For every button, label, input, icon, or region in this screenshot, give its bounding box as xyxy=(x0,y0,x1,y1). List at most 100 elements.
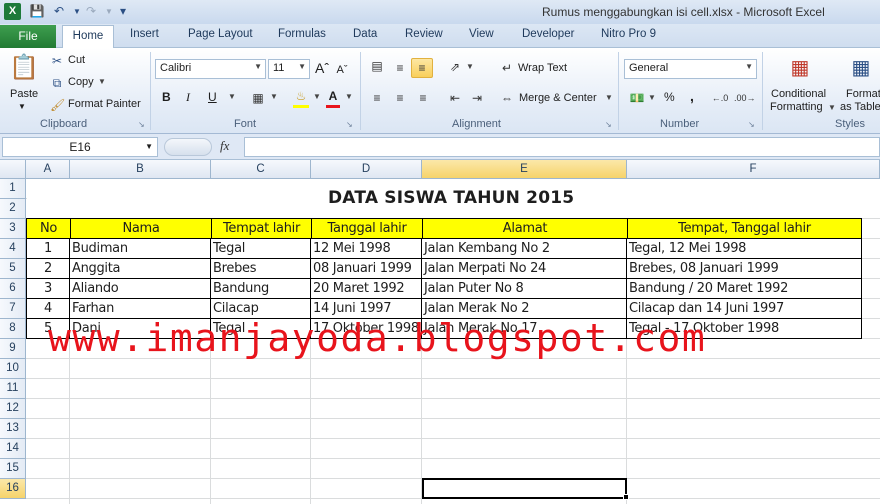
format-painter-icon[interactable]: 🖌 xyxy=(50,97,65,113)
cut-button[interactable]: Cut xyxy=(68,54,85,66)
row-header-10[interactable]: 10 xyxy=(0,359,26,379)
accounting-dropdown-icon[interactable]: ▼ xyxy=(648,93,656,102)
wrap-text-button[interactable]: Wrap Text xyxy=(518,62,567,74)
conditional-formatting-button[interactable]: Conditional xyxy=(771,88,826,100)
merge-dropdown-icon[interactable]: ▼ xyxy=(605,93,613,102)
conditional-dropdown-icon[interactable]: ▼ xyxy=(828,103,836,112)
alignment-launcher-icon[interactable]: ↘ xyxy=(605,120,612,129)
format-as-table-button[interactable]: Format xyxy=(846,88,880,100)
conditional-formatting-icon[interactable]: ▦ xyxy=(785,54,815,82)
table-cell[interactable]: Tegal xyxy=(211,239,311,258)
table-cell[interactable]: Tegal, 12 Mei 1998 xyxy=(627,239,861,258)
tab-data[interactable]: Data xyxy=(353,28,377,40)
tab-home[interactable]: Home xyxy=(62,25,114,49)
name-box[interactable]: E16 ▼ xyxy=(2,137,158,157)
table-cell[interactable]: Jalan Puter No 8 xyxy=(422,279,627,298)
wrap-text-icon[interactable]: ↵ xyxy=(498,60,516,76)
font-color-dropdown-icon[interactable]: ▼ xyxy=(345,92,353,101)
font-name-select[interactable]: Calibri ▼ xyxy=(155,59,266,79)
active-cell-e16[interactable] xyxy=(422,478,627,499)
row-header-15[interactable]: 15 xyxy=(0,459,26,479)
grow-font-icon[interactable]: Aˆ xyxy=(314,60,330,76)
row-header-12[interactable]: 12 xyxy=(0,399,26,419)
comma-style-button[interactable]: , xyxy=(690,88,694,104)
tab-developer[interactable]: Developer xyxy=(522,28,574,40)
formula-bar-splitter[interactable] xyxy=(164,138,212,156)
tab-formulas[interactable]: Formulas xyxy=(278,28,326,40)
merge-center-icon[interactable]: ⇔ xyxy=(498,90,516,106)
paste-icon[interactable]: 📋 xyxy=(8,52,40,84)
paste-button[interactable]: Paste xyxy=(10,88,38,100)
undo-icon[interactable]: ↶ xyxy=(50,3,68,20)
table-cell[interactable]: Jalan Merpati No 24 xyxy=(422,259,627,278)
orientation-dropdown-icon[interactable]: ▼ xyxy=(466,62,474,71)
number-format-select[interactable]: General ▼ xyxy=(624,59,757,79)
orientation-icon[interactable]: ⇗ xyxy=(446,59,464,75)
fill-handle[interactable] xyxy=(623,494,629,500)
column-header-b[interactable]: B xyxy=(70,160,211,179)
tab-file[interactable]: File xyxy=(0,25,56,48)
header-nama[interactable]: Nama xyxy=(71,219,212,239)
table-cell[interactable]: 08 Januari 1999 xyxy=(311,259,422,278)
save-icon[interactable]: 💾 xyxy=(28,3,46,20)
font-color-icon[interactable]: A xyxy=(325,88,341,104)
cut-icon[interactable]: ✂ xyxy=(50,53,64,69)
redo-icon[interactable]: ↷ xyxy=(82,3,100,20)
accounting-format-icon[interactable]: 💵 xyxy=(628,90,646,106)
clipboard-launcher-icon[interactable]: ↘ xyxy=(138,120,145,129)
row-header-7[interactable]: 7 xyxy=(0,299,26,319)
row-header-6[interactable]: 6 xyxy=(0,279,26,299)
tab-view[interactable]: View xyxy=(469,28,494,40)
align-right-icon[interactable]: ≡ xyxy=(414,90,432,106)
table-cell[interactable]: Bandung / 20 Maret 1992 xyxy=(627,279,861,298)
header-tempat-lahir[interactable]: Tempat lahir xyxy=(212,219,312,239)
merge-center-button[interactable]: Merge & Center xyxy=(519,92,597,104)
excel-icon[interactable]: X xyxy=(4,3,21,20)
row-header-16[interactable]: 16 xyxy=(0,479,26,499)
align-top-icon[interactable]: ▤ xyxy=(368,58,386,74)
column-header-a[interactable]: A xyxy=(26,160,70,179)
underline-dropdown-icon[interactable]: ▼ xyxy=(228,92,236,101)
fill-color-icon[interactable]: ♨ xyxy=(292,88,310,104)
insert-function-icon[interactable]: fx xyxy=(220,138,229,154)
table-cell[interactable]: Aliando xyxy=(70,279,211,298)
align-middle-icon[interactable]: ≡ xyxy=(391,60,409,76)
row-header-1[interactable]: 1 xyxy=(0,179,26,199)
table-cell[interactable]: Budiman xyxy=(70,239,211,258)
row-header-3[interactable]: 3 xyxy=(0,219,26,239)
tab-nitro[interactable]: Nitro Pro 9 xyxy=(601,28,656,40)
decrease-decimal-icon[interactable]: .00→ xyxy=(734,90,756,106)
header-tanggal-lahir[interactable]: Tanggal lahir xyxy=(312,219,423,239)
column-header-e[interactable]: E xyxy=(422,160,627,179)
table-cell[interactable]: Jalan Kembang No 2 xyxy=(422,239,627,258)
increase-decimal-icon[interactable]: ←.0 xyxy=(710,90,730,106)
underline-button[interactable]: U xyxy=(208,90,217,104)
header-alamat[interactable]: Alamat xyxy=(423,219,628,239)
percent-style-button[interactable]: % xyxy=(664,90,675,104)
tab-insert[interactable]: Insert xyxy=(130,28,159,40)
italic-button[interactable]: I xyxy=(186,90,190,105)
fill-color-dropdown-icon[interactable]: ▼ xyxy=(313,92,321,101)
shrink-font-icon[interactable]: Aˇ xyxy=(334,62,350,78)
table-cell[interactable]: Anggita xyxy=(70,259,211,278)
row-header-2[interactable]: 2 xyxy=(0,199,26,219)
row-header-9[interactable]: 9 xyxy=(0,339,26,359)
format-as-table-icon[interactable]: ▦ xyxy=(846,54,876,82)
column-header-f[interactable]: F xyxy=(627,160,880,179)
table-cell[interactable]: 2 xyxy=(27,259,70,278)
font-launcher-icon[interactable]: ↘ xyxy=(346,120,353,129)
row-header-8[interactable]: 8 xyxy=(0,319,26,339)
copy-dropdown-icon[interactable]: ▼ xyxy=(98,77,106,86)
header-tempat-tanggal-lahir[interactable]: Tempat, Tanggal lahir xyxy=(628,219,861,239)
column-header-d[interactable]: D xyxy=(311,160,422,179)
formula-input[interactable] xyxy=(244,137,880,157)
header-no[interactable]: No xyxy=(27,219,71,239)
row-header-14[interactable]: 14 xyxy=(0,439,26,459)
tab-review[interactable]: Review xyxy=(405,28,443,40)
table-cell[interactable]: Bandung xyxy=(211,279,311,298)
copy-button[interactable]: Copy xyxy=(68,76,94,88)
borders-icon[interactable]: ▦ xyxy=(250,90,266,106)
select-all-corner[interactable] xyxy=(0,160,26,179)
number-launcher-icon[interactable]: ↘ xyxy=(748,120,755,129)
row-header-4[interactable]: 4 xyxy=(0,239,26,259)
